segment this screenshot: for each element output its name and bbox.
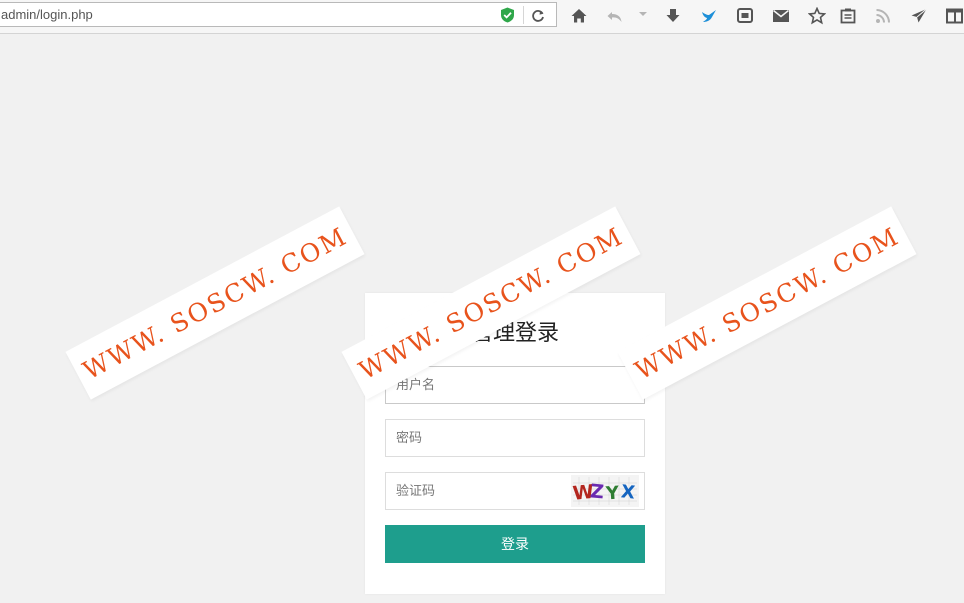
bird-icon[interactable] — [700, 7, 718, 25]
screenshot-icon[interactable] — [736, 7, 754, 25]
star-icon[interactable] — [808, 7, 826, 25]
send-icon[interactable] — [910, 7, 928, 25]
undo-icon[interactable] — [606, 7, 624, 25]
url-separator — [523, 6, 524, 24]
watermark-text: WWW. SOSCW. COM — [77, 220, 353, 386]
url-text[interactable]: admin/login.php — [1, 7, 93, 22]
captcha-char-2: Z — [589, 480, 605, 503]
watermark-ribbon: WWW. SOSCW. COM — [65, 206, 365, 400]
window-icon[interactable] — [945, 7, 963, 25]
mail-icon[interactable] — [772, 7, 790, 25]
address-bar[interactable]: admin/login.php — [0, 2, 557, 27]
reload-icon[interactable] — [531, 8, 545, 22]
captcha-char-4: X — [620, 481, 636, 503]
username-input[interactable] — [385, 366, 645, 404]
watermark-text: WWW. SOSCW. COM — [629, 220, 905, 386]
browser-toolbar: admin/login.php — [0, 0, 964, 34]
download-icon[interactable] — [664, 7, 682, 25]
captcha-svg: W Z Y X — [572, 477, 637, 505]
rss-icon[interactable] — [874, 7, 892, 25]
shield-icon[interactable] — [500, 7, 515, 23]
dropdown-icon[interactable] — [634, 5, 652, 23]
login-button[interactable]: 登录 — [385, 525, 645, 563]
captcha-image[interactable]: W Z Y X — [571, 475, 639, 507]
password-input[interactable] — [385, 419, 645, 457]
clipboard-icon[interactable] — [839, 7, 857, 25]
captcha-char-3: Y — [604, 483, 620, 505]
home-icon[interactable] — [570, 7, 588, 25]
